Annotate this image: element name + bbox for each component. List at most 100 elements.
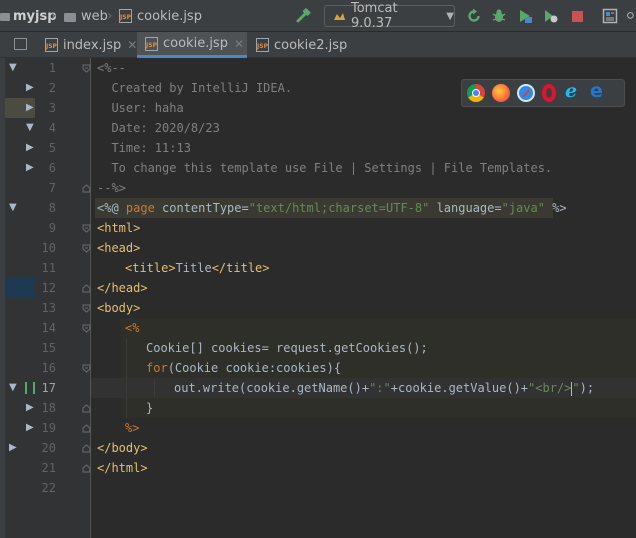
project-structure-icon[interactable]	[602, 8, 618, 24]
code-line-1[interactable]: <%--	[97, 58, 126, 78]
breadcrumb-folder-label: web	[81, 8, 108, 24]
line-number: 15	[41, 341, 56, 355]
tree-collapse-icon[interactable]: ▶	[9, 442, 17, 453]
opera-icon[interactable]	[542, 84, 556, 102]
line-number: 21	[41, 461, 56, 475]
code-line-5[interactable]: Time: 11:13	[97, 138, 190, 158]
line-number: 14	[41, 321, 56, 335]
tab-label: index.jsp	[62, 37, 122, 53]
build-icon[interactable]	[296, 8, 312, 24]
safari-icon[interactable]	[517, 84, 535, 102]
breadcrumb-separator-icon: ›	[51, 8, 57, 24]
code-line-11[interactable]: <title>Title</title>	[125, 258, 270, 278]
fold-marker-icon[interactable]	[82, 224, 91, 233]
html-tag: <title>	[125, 261, 176, 275]
code-line-3[interactable]: User: haha	[97, 98, 183, 118]
string-literal: "<br/>	[528, 381, 572, 395]
stop-icon[interactable]	[569, 8, 585, 24]
chrome-icon[interactable]	[467, 84, 485, 102]
line-number: 3	[48, 101, 56, 115]
tab-cookie2-jsp[interactable]: JSP cookie2.jsp	[248, 32, 358, 58]
panel-icon	[14, 38, 27, 50]
line-number: 17	[41, 381, 56, 395]
code-line-6[interactable]: To change this template use File | Setti…	[97, 158, 552, 178]
code-line-21[interactable]: </html>	[97, 458, 148, 478]
fold-marker-icon[interactable]	[82, 64, 91, 73]
fold-marker-icon[interactable]	[82, 244, 91, 253]
breadcrumb-folder[interactable]: web	[64, 0, 108, 32]
fold-end-icon[interactable]	[82, 424, 91, 433]
project-tool-button[interactable]	[14, 38, 28, 50]
code-line-19[interactable]: %>	[125, 418, 139, 438]
fold-marker-icon[interactable]	[82, 324, 91, 333]
fold-end-icon[interactable]	[82, 464, 91, 473]
attribute-value: "java"	[501, 201, 545, 215]
code-line-10[interactable]: <head>	[97, 238, 140, 258]
string-literal: ":"	[369, 381, 391, 395]
code-line-8[interactable]: <%@ page contentType="text/html;charset=…	[97, 198, 567, 218]
tree-expand-icon[interactable]: ▼	[9, 202, 17, 213]
firefox-icon[interactable]	[492, 84, 510, 102]
fold-end-icon[interactable]	[82, 444, 91, 453]
html-tag: <html>	[97, 221, 141, 235]
fold-end-icon[interactable]	[82, 404, 91, 413]
title-text: Title	[175, 261, 212, 275]
tab-index-jsp[interactable]: JSP index.jsp ✕	[37, 32, 137, 58]
line-number: 10	[41, 241, 56, 255]
code-line-20[interactable]: </body>	[97, 438, 148, 458]
directive-keyword: page	[125, 201, 163, 215]
jsp-file-icon: JSP	[45, 38, 58, 52]
search-icon[interactable]	[626, 8, 636, 24]
edge-icon[interactable]: e	[588, 80, 606, 102]
run-configuration-dropdown[interactable]: Tomcat 9.0.37 ▼	[324, 1, 455, 31]
code-line-14[interactable]: <%	[125, 318, 139, 338]
breadcrumb-project[interactable]: myjsp	[0, 0, 57, 32]
attribute-name: contentType=	[162, 201, 249, 215]
java-keyword: for	[146, 361, 168, 375]
code-line-13[interactable]: <body>	[97, 298, 140, 318]
line-number: 7	[48, 181, 56, 195]
close-icon[interactable]: ✕	[127, 38, 137, 52]
project-panel-edge	[0, 58, 5, 538]
code-line-15[interactable]: Cookie[] cookies= request.getCookies();	[146, 338, 428, 358]
rerun-icon[interactable]	[466, 8, 482, 24]
scriptlet-close: %>	[125, 421, 140, 435]
java-statement: out.write(cookie.getName()+	[174, 381, 370, 395]
tab-cookie-jsp[interactable]: JSP cookie.jsp ✕	[137, 32, 247, 58]
code-line-9[interactable]: <html>	[97, 218, 140, 238]
line-number: 6	[48, 161, 56, 175]
chevron-down-icon: ▼	[446, 10, 454, 22]
code-line-17[interactable]: out.write(cookie.getName()+":"+cookie.ge…	[174, 378, 594, 398]
code-line-12[interactable]: </head>	[97, 278, 148, 298]
navigation-bar: myjsp › web › JSP cookie.jsp Tomcat 9.0.…	[0, 0, 636, 32]
code-line-18[interactable]: }	[146, 398, 153, 418]
html-tag: </title>	[211, 261, 270, 275]
coverage-icon[interactable]	[517, 8, 533, 24]
tab-label: cookie2.jsp	[274, 37, 348, 53]
line-number: 16	[41, 361, 56, 375]
code-line-4[interactable]: Date: 2020/8/23	[97, 118, 219, 138]
code-line-2[interactable]: Created by IntelliJ IDEA.	[97, 78, 292, 98]
indent-guide	[154, 378, 155, 398]
code-line-16[interactable]: for(Cookie cookie:cookies){	[146, 358, 341, 378]
code-line-7[interactable]: --%>	[97, 178, 126, 198]
tree-expand-icon[interactable]: ▼	[9, 382, 17, 393]
breadcrumb-file[interactable]: JSP cookie.jsp	[119, 0, 202, 32]
breadcrumb-project-label: myjsp	[13, 8, 57, 24]
run-configuration-label: Tomcat 9.0.37	[351, 1, 398, 31]
ie-icon[interactable]: e	[563, 80, 581, 102]
close-icon[interactable]: ✕	[234, 37, 244, 51]
fold-marker-icon[interactable]	[82, 304, 91, 313]
line-number: 19	[41, 421, 56, 435]
line-number: 8	[48, 201, 56, 215]
tab-label: cookie.jsp	[163, 36, 228, 51]
line-number: 5	[48, 141, 56, 155]
folder-icon	[64, 12, 76, 22]
line-number: 2	[48, 81, 56, 95]
debug-icon[interactable]	[491, 8, 507, 24]
fold-end-icon[interactable]	[82, 284, 91, 293]
tree-expand-icon[interactable]: ▼	[9, 62, 17, 73]
profile-icon[interactable]	[542, 8, 558, 24]
fold-marker-icon[interactable]	[82, 364, 91, 373]
fold-end-icon[interactable]	[82, 184, 91, 193]
